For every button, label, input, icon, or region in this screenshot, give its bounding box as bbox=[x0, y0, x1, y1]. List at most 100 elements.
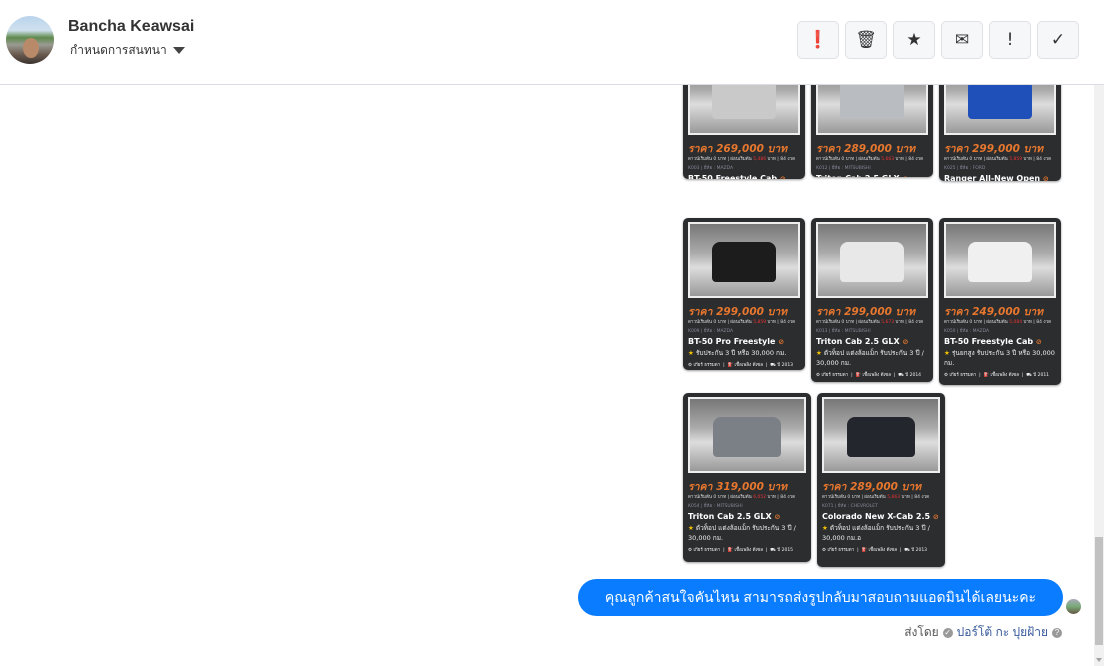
verified-icon: ⊘ bbox=[902, 175, 908, 177]
car-code: K009 | ยี่ห้อ : MAZDA bbox=[688, 329, 734, 334]
car-price: ราคา 299,000 บาท bbox=[816, 306, 916, 318]
trash-icon: 🗑 bbox=[855, 30, 877, 50]
check-button[interactable]: ✓ bbox=[1037, 21, 1079, 59]
alert-circle-icon: ❗ bbox=[807, 30, 829, 50]
scrollbar-thumb[interactable] bbox=[1095, 537, 1103, 645]
car-code: K025 | ยี่ห้อ : FORD bbox=[944, 166, 986, 171]
car-specs: ⚙ เกียร์ ธรรมดา | ⛽ เชื้อเพลิง ดีเซล | ⛟… bbox=[688, 548, 794, 553]
check-icon: ✓ bbox=[1050, 30, 1066, 50]
conversation-settings-label: กำหนดการสนทนา bbox=[70, 43, 167, 57]
car-price: ราคา 289,000 บาท bbox=[822, 481, 922, 493]
car-photo bbox=[688, 222, 800, 298]
verified-icon: ⊘ bbox=[932, 513, 939, 521]
verified-icon: ⊘ bbox=[902, 338, 909, 346]
car-title: Triton Cab 2.5 GLX ⊘ bbox=[816, 337, 909, 346]
envelope-icon: ✉ bbox=[954, 30, 970, 50]
car-price: ราคา 289,000 บาท bbox=[816, 143, 916, 155]
car-price: ราคา 319,000 บาท bbox=[688, 481, 788, 493]
star-icon: ★ bbox=[688, 524, 694, 532]
car-feature: ★ ตัวท็อป แต่งล้อแม็ก รับประกัน 3 ปี / 3… bbox=[816, 349, 924, 367]
sender-name-link[interactable]: ปอร์โต้ กะ ปุยฝ้าย bbox=[957, 623, 1048, 642]
car-title: Triton Cab 2.5 GLX ⊘ bbox=[688, 512, 781, 521]
car-photo bbox=[688, 397, 806, 473]
trash-button[interactable]: 🗑 bbox=[845, 21, 887, 59]
car-listing-card[interactable]: ราคา 299,000 บาท ดาวน์เริ่มต้น 0 บาท | ผ… bbox=[683, 218, 805, 370]
car-feature: ★ ตัวท็อป แต่งล้อแม็ก รับประกัน 3 ปี / 3… bbox=[688, 524, 796, 542]
car-photo bbox=[944, 222, 1056, 298]
scroll-down-arrow[interactable] bbox=[1096, 658, 1102, 662]
conversation-header: Bancha Keawsai กำหนดการสนทนา ❗ 🗑 ★ ✉! ✓ bbox=[0, 0, 1104, 85]
car-title: Colorado New X-Cab 2.5 ⊘ bbox=[822, 512, 939, 521]
car-specs: ⚙ เกียร์ ธรรมดา | ⛽ เชื้อเพลิง ดีเซล | ⛟… bbox=[822, 548, 928, 553]
installment-info: ดาวน์เริ่มต้น 0 บาท | ผ่อนเริ่มต้น 5,084… bbox=[944, 320, 1052, 325]
car-code: K071 | ยี่ห้อ : CHEVROLET bbox=[822, 504, 878, 509]
star-icon: ★ bbox=[944, 349, 950, 357]
avatar[interactable] bbox=[6, 16, 54, 64]
star-icon: ★ bbox=[816, 349, 822, 357]
car-price: ราคา 299,000 บาท bbox=[944, 143, 1044, 155]
car-code: K054 | ยี่ห้อ : MITSUBISHI bbox=[688, 504, 743, 509]
car-price: ราคา 299,000 บาท bbox=[688, 306, 788, 318]
verified-icon: ⊘ bbox=[1042, 175, 1049, 181]
car-listing-card[interactable]: ราคา 289,000 บาท ดาวน์เริ่มต้น 0 บาท | ผ… bbox=[817, 393, 945, 567]
installment-info: ดาวน์เริ่มต้น 0 บาท | ผ่อนเริ่มต้น 5,663… bbox=[822, 495, 930, 500]
star-icon: ★ bbox=[906, 30, 922, 50]
car-listing-card[interactable]: ราคา 319,000 บาท ดาวน์เริ่มต้น 0 บาท | ผ… bbox=[683, 393, 811, 562]
car-photo bbox=[944, 85, 1056, 135]
car-photo bbox=[822, 397, 940, 473]
car-photo bbox=[816, 85, 928, 135]
car-title: BT-50 Freestyle Cab ⊘ bbox=[944, 337, 1042, 346]
verified-icon: ⊘ bbox=[778, 338, 785, 346]
scrollbar[interactable] bbox=[1094, 85, 1104, 666]
star-icon: ★ bbox=[688, 349, 694, 357]
car-specs: ⚙ เกียร์ ธรรมดา | ⛽ เชื้อเพลิง ดีเซล | ⛟… bbox=[816, 373, 922, 378]
sender-avatar bbox=[1066, 599, 1081, 614]
exclamation-icon: ! bbox=[1006, 30, 1014, 50]
car-title: Ranger All-New Open ⊘ bbox=[944, 174, 1049, 181]
car-photo bbox=[688, 85, 800, 135]
alert-circle-button[interactable]: ❗ bbox=[797, 21, 839, 59]
car-code: K003 | ยี่ห้อ : MAZDA bbox=[688, 166, 734, 171]
car-listing-card[interactable]: ราคา 289,000 บาท ดาวน์เริ่มต้น 0 บาท | ผ… bbox=[811, 85, 933, 177]
car-title: Triton Cab 2.5 GLX ⊘ bbox=[816, 173, 928, 177]
message-text: คุณลูกค้าสนใจคันไหน สามารถส่งรูปกลับมาสอ… bbox=[604, 588, 1037, 605]
car-feature: ★ ตัวท็อป แต่งล้อแม็ก รับประกัน 3 ปี / 3… bbox=[822, 524, 930, 542]
envelope-button[interactable]: ✉ bbox=[941, 21, 983, 59]
installment-info: ดาวน์เริ่มต้น 0 บาท | ผ่อนเริ่มต้น 6,052… bbox=[688, 495, 796, 500]
contact-name[interactable]: Bancha Keawsai bbox=[68, 18, 194, 36]
message-bubble: คุณลูกค้าสนใจคันไหน สามารถส่งรูปกลับมาสอ… bbox=[578, 579, 1063, 616]
car-price: ราคา 269,000 บาท bbox=[688, 143, 788, 155]
car-listing-card[interactable]: ราคา 249,000 บาท ดาวน์เริ่มต้น 0 บาท | ผ… bbox=[939, 218, 1061, 385]
installment-info: ดาวน์เริ่มต้น 0 บาท | ผ่อนเริ่มต้น 5,859… bbox=[688, 320, 796, 325]
installment-info: ดาวน์เริ่มต้น 0 บาท | ผ่อนเริ่มต้น 5,859… bbox=[944, 157, 1052, 162]
verified-icon: ⊘ bbox=[779, 175, 786, 179]
car-listing-card[interactable]: ราคา 299,000 บาท ดาวน์เริ่มต้น 0 บาท | ผ… bbox=[811, 218, 933, 382]
star-icon: ★ bbox=[822, 524, 828, 532]
car-code: K050 | ยี่ห้อ : MAZDA bbox=[944, 329, 990, 334]
car-feature: ★ รับประกัน 3 ปี หรือ 30,000 กม. bbox=[688, 349, 787, 357]
car-listing-card[interactable]: ราคา 269,000 บาท ดาวน์เริ่มต้น 0 บาท | ผ… bbox=[683, 85, 805, 179]
car-feature: ★ รุ่นยกสูง รับประกัน 3 ปี หรือ 30,000 ก… bbox=[944, 349, 1055, 367]
help-icon[interactable]: ? bbox=[1052, 627, 1062, 638]
conversation-settings-dropdown[interactable]: กำหนดการสนทนา bbox=[70, 41, 185, 60]
caret-down-icon bbox=[172, 47, 185, 54]
verified-icon: ⊘ bbox=[774, 513, 781, 521]
sender-badge-icon: ✓ bbox=[942, 627, 953, 638]
sent-by-label: ส่งโดย bbox=[904, 625, 939, 639]
car-listing-card[interactable]: ราคา 299,000 บาท ดาวน์เริ่มต้น 0 บาท | ผ… bbox=[939, 85, 1061, 181]
car-code: K013 | ยี่ห้อ : MITSUBISHI bbox=[816, 329, 871, 334]
car-title: BT-50 Pro Freestyle ⊘ bbox=[688, 337, 785, 346]
car-price: ราคา 249,000 บาท bbox=[944, 306, 1044, 318]
car-photo bbox=[816, 222, 928, 298]
car-specs: ⚙ เกียร์ ธรรมดา | ⛽ เชื้อเพลิง ดีเซล | ⛟… bbox=[688, 363, 794, 368]
sent-by: ส่งโดย ✓ ปอร์โต้ กะ ปุยฝ้าย ? bbox=[904, 623, 1062, 642]
car-code: K012 | ยี่ห้อ : MITSUBISHI bbox=[816, 166, 871, 171]
verified-icon: ⊘ bbox=[1035, 338, 1042, 346]
star-button[interactable]: ★ bbox=[893, 21, 935, 59]
car-specs: ⚙ เกียร์ ธรรมดา | ⛽ เชื้อเพลิง ดีเซล | ⛟… bbox=[944, 373, 1050, 378]
installment-info: ดาวน์เริ่มต้น 0 บาท | ผ่อนเริ่มต้น 5,663… bbox=[816, 157, 924, 162]
installment-info: ดาวน์เริ่มต้น 0 บาท | ผ่อนเริ่มต้น 5,486… bbox=[688, 157, 796, 162]
exclamation-button[interactable]: ! bbox=[989, 21, 1031, 59]
car-title: BT-50 Freestyle Cab ⊘ bbox=[688, 173, 800, 179]
installment-info: ดาวน์เริ่มต้น 0 บาท | ผ่อนเริ่มต้น 5,673… bbox=[816, 320, 924, 325]
